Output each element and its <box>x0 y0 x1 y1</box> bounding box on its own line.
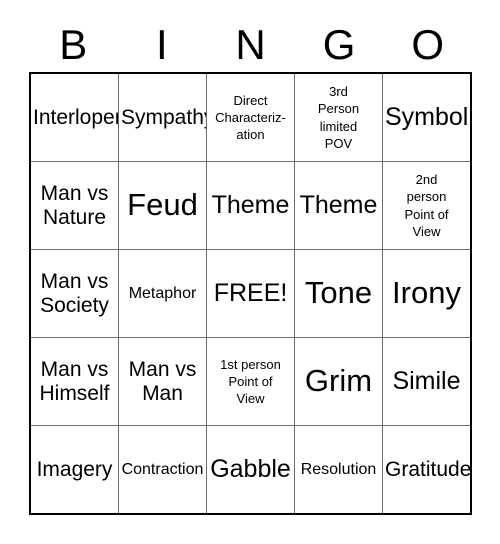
bingo-cell[interactable]: Theme <box>207 162 295 249</box>
header-letter-i: I <box>156 21 168 68</box>
header-letter-n: N <box>235 21 266 68</box>
bingo-cell-label: 2nd person Point of View <box>404 172 449 239</box>
bingo-cell[interactable]: Sympathy <box>119 74 207 161</box>
bingo-cell-label: Contraction <box>121 460 204 478</box>
bingo-cell-label: Sympathy <box>121 105 207 129</box>
bingo-cell-label: Imagery <box>36 457 113 481</box>
bingo-cell[interactable]: Gratitude <box>383 426 470 513</box>
bingo-cell[interactable]: Man vs Society <box>31 250 119 337</box>
bingo-cell-label: Interloper <box>33 105 119 129</box>
bingo-cell-label: Theme <box>211 191 290 219</box>
bingo-cell-label: FREE! <box>213 279 288 307</box>
bingo-cell-free-space[interactable]: FREE! <box>207 250 295 337</box>
bingo-cell[interactable]: Metaphor <box>119 250 207 337</box>
bingo-cell-label: Feud <box>127 187 198 223</box>
bingo-header: B I N G O <box>29 18 472 72</box>
bingo-cell[interactable]: Simile <box>383 338 470 425</box>
bingo-cell[interactable]: Grim <box>295 338 383 425</box>
bingo-cell[interactable]: 2nd person Point of View <box>383 162 470 249</box>
bingo-cell-label: Gratitude <box>385 457 470 481</box>
bingo-cell[interactable]: Symbol <box>383 74 470 161</box>
bingo-cell[interactable]: Direct Characteriz- ation <box>207 74 295 161</box>
bingo-cell[interactable]: Theme <box>295 162 383 249</box>
bingo-cell-label: Irony <box>392 275 461 311</box>
bingo-cell-label: 1st person Point of View <box>220 356 281 407</box>
bingo-cell[interactable]: Man vs Nature <box>31 162 119 249</box>
bingo-row: Man vs Nature Feud Theme Theme 2nd perso… <box>31 162 470 250</box>
bingo-cell-label: Direct Characteriz- ation <box>215 92 286 143</box>
bingo-cell[interactable]: Contraction <box>119 426 207 513</box>
bingo-cell-label: Metaphor <box>128 284 197 302</box>
bingo-cell[interactable]: Feud <box>119 162 207 249</box>
bingo-cell-label: Symbol <box>385 103 469 131</box>
header-letter-o: O <box>411 21 444 68</box>
bingo-cell[interactable]: Tone <box>295 250 383 337</box>
bingo-row: Man vs Himself Man vs Man 1st person Poi… <box>31 338 470 426</box>
bingo-row: Interloper Sympathy Direct Characteriz- … <box>31 74 470 162</box>
bingo-row: Man vs Society Metaphor FREE! Tone Irony <box>31 250 470 338</box>
bingo-cell-label: Man vs Man <box>128 357 197 405</box>
bingo-cell-label: Simile <box>392 367 461 395</box>
bingo-cell[interactable]: 3rd Person limited POV <box>295 74 383 161</box>
bingo-cell-label: Tone <box>304 275 373 311</box>
bingo-cell[interactable]: 1st person Point of View <box>207 338 295 425</box>
bingo-cell[interactable]: Interloper <box>31 74 119 161</box>
bingo-cell-label: Man vs Himself <box>39 357 110 405</box>
bingo-card: B I N G O Interloper Sympathy Direct Cha… <box>0 0 500 544</box>
bingo-cell-label: Man vs Nature <box>40 181 109 229</box>
bingo-cell[interactable]: Resolution <box>295 426 383 513</box>
bingo-cell[interactable]: Irony <box>383 250 470 337</box>
bingo-cell-label: 3rd Person limited POV <box>317 84 360 151</box>
bingo-cell-label: Man vs Society <box>40 269 109 317</box>
header-letter-g: G <box>322 21 356 68</box>
bingo-cell[interactable]: Man vs Man <box>119 338 207 425</box>
bingo-row: Imagery Contraction Gabble Resolution Gr… <box>31 426 470 513</box>
bingo-cell-label: Resolution <box>300 460 377 478</box>
bingo-cell[interactable]: Imagery <box>31 426 119 513</box>
bingo-cell-label: Theme <box>299 191 378 219</box>
bingo-grid: Interloper Sympathy Direct Characteriz- … <box>29 72 472 515</box>
bingo-cell-label: Grim <box>304 363 373 399</box>
bingo-cell-label: Gabble <box>210 455 291 483</box>
bingo-cell[interactable]: Man vs Himself <box>31 338 119 425</box>
bingo-cell[interactable]: Gabble <box>207 426 295 513</box>
header-letter-b: B <box>59 21 88 68</box>
